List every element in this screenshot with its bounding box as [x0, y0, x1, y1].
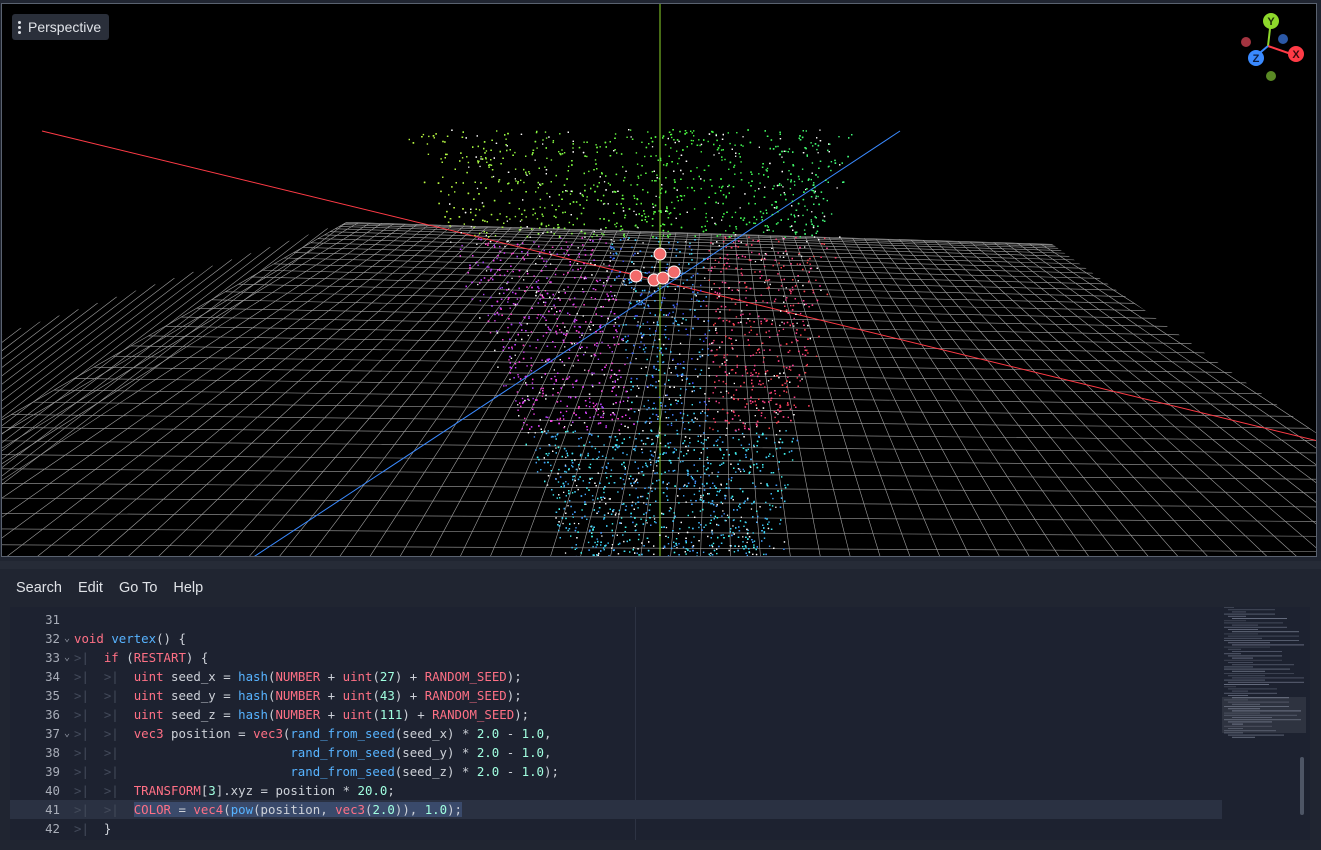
gizmo-x-label: X — [1292, 49, 1300, 61]
menu-go-to[interactable]: Go To — [111, 576, 165, 600]
vertical-scrollbar[interactable] — [1300, 757, 1304, 815]
code-line[interactable]: 35 >| >| uint seed_y = hash(NUMBER + uin… — [10, 686, 1222, 705]
panel-split-handle[interactable] — [0, 561, 1321, 569]
code-line[interactable]: 36 >| >| uint seed_z = hash(NUMBER + uin… — [10, 705, 1222, 724]
particle-cloud — [408, 129, 853, 556]
perspective-label: Perspective — [28, 19, 102, 35]
code-line[interactable]: 34 >| >| uint seed_x = hash(NUMBER + uin… — [10, 667, 1222, 686]
menu-search[interactable]: Search — [8, 576, 70, 600]
code-minimap[interactable] — [1222, 607, 1306, 840]
line-number: 36 — [45, 707, 60, 722]
code-line[interactable]: 33 ⌄ >| if (RESTART) { — [10, 648, 1222, 667]
menu-edit[interactable]: Edit — [70, 576, 111, 600]
gizmo-neg-x-icon[interactable] — [1241, 37, 1251, 47]
scene-canvas[interactable] — [2, 4, 1317, 557]
line-number: 42 — [45, 821, 60, 836]
gizmo-neg-y-icon[interactable] — [1266, 71, 1276, 81]
minimap-viewport[interactable] — [1222, 697, 1306, 733]
script-editor-menubar: Search Edit Go To Help — [0, 569, 1321, 607]
code-text: >| >| vec3 position = vec3(rand_from_see… — [74, 726, 552, 741]
line-number: 41 — [45, 802, 60, 817]
line-number: 32 — [45, 631, 60, 646]
code-text: >| if (RESTART) { — [74, 650, 209, 665]
code-editor[interactable]: 31 32 ⌄ void vertex() { 33 ⌄ >| if (RESTAR… — [10, 607, 1310, 840]
fold-arrow-icon[interactable]: ⌄ — [60, 728, 74, 739]
line-number: 39 — [45, 764, 60, 779]
text-selection: COLOR = vec4(pow(position, vec3(2.0)), 1… — [133, 802, 463, 817]
code-line[interactable]: 40 >| >| TRANSFORM[3].xyz = position * 2… — [10, 781, 1222, 800]
gizmo-y-label: Y — [1267, 16, 1275, 28]
line-number: 33 — [45, 650, 60, 665]
code-line[interactable]: 38 >| >| rand_from_seed(seed_y) * 2.0 - … — [10, 743, 1222, 762]
code-line[interactable]: 31 — [10, 610, 1222, 629]
view-orientation-gizmo[interactable]: Y X Z — [1238, 10, 1304, 86]
code-text: >| >| uint seed_y = hash(NUMBER + uint(4… — [74, 688, 522, 703]
line-number: 34 — [45, 669, 60, 684]
line-number: 38 — [45, 745, 60, 760]
code-text: >| >| TRANSFORM[3].xyz = position * 20.0… — [74, 783, 395, 798]
code-text: void vertex() { — [74, 631, 186, 646]
line-number: 40 — [45, 783, 60, 798]
code-text: >| >| uint seed_z = hash(NUMBER + uint(1… — [74, 707, 530, 722]
3d-viewport[interactable]: Perspective Y X Z — [1, 3, 1317, 557]
kebab-menu-icon — [18, 20, 21, 34]
code-line-current[interactable]: 41 >| >| COLOR = vec4(pow(position, vec3… — [10, 800, 1222, 819]
perspective-menu-button[interactable]: Perspective — [12, 14, 110, 40]
line-number: 37 — [45, 726, 60, 741]
line-number: 31 — [45, 612, 60, 627]
fold-arrow-icon[interactable]: ⌄ — [60, 633, 74, 644]
menu-help[interactable]: Help — [165, 576, 211, 600]
code-text: >| >| uint seed_x = hash(NUMBER + uint(2… — [74, 669, 522, 684]
line-number: 35 — [45, 688, 60, 703]
gizmo-neg-z-icon[interactable] — [1278, 34, 1288, 44]
code-line[interactable]: 42 >| } — [10, 819, 1222, 838]
code-text: >| >| rand_from_seed(seed_z) * 2.0 - 1.0… — [74, 764, 559, 779]
code-line[interactable]: 37 ⌄ >| >| vec3 position = vec3(rand_from… — [10, 724, 1222, 743]
gizmo-z-label: Z — [1253, 53, 1260, 65]
code-text: >| >| COLOR = vec4(pow(position, vec3(2.… — [74, 802, 463, 817]
x-axis-line — [41, 130, 1316, 442]
code-text: >| } — [74, 821, 112, 836]
code-line[interactable]: 32 ⌄ void vertex() { — [10, 629, 1222, 648]
z-axis-line — [254, 130, 901, 556]
code-line[interactable]: 39 >| >| rand_from_seed(seed_z) * 2.0 - … — [10, 762, 1222, 781]
fold-arrow-icon[interactable]: ⌄ — [60, 652, 74, 663]
code-text: >| >| rand_from_seed(seed_y) * 2.0 - 1.0… — [74, 745, 552, 760]
